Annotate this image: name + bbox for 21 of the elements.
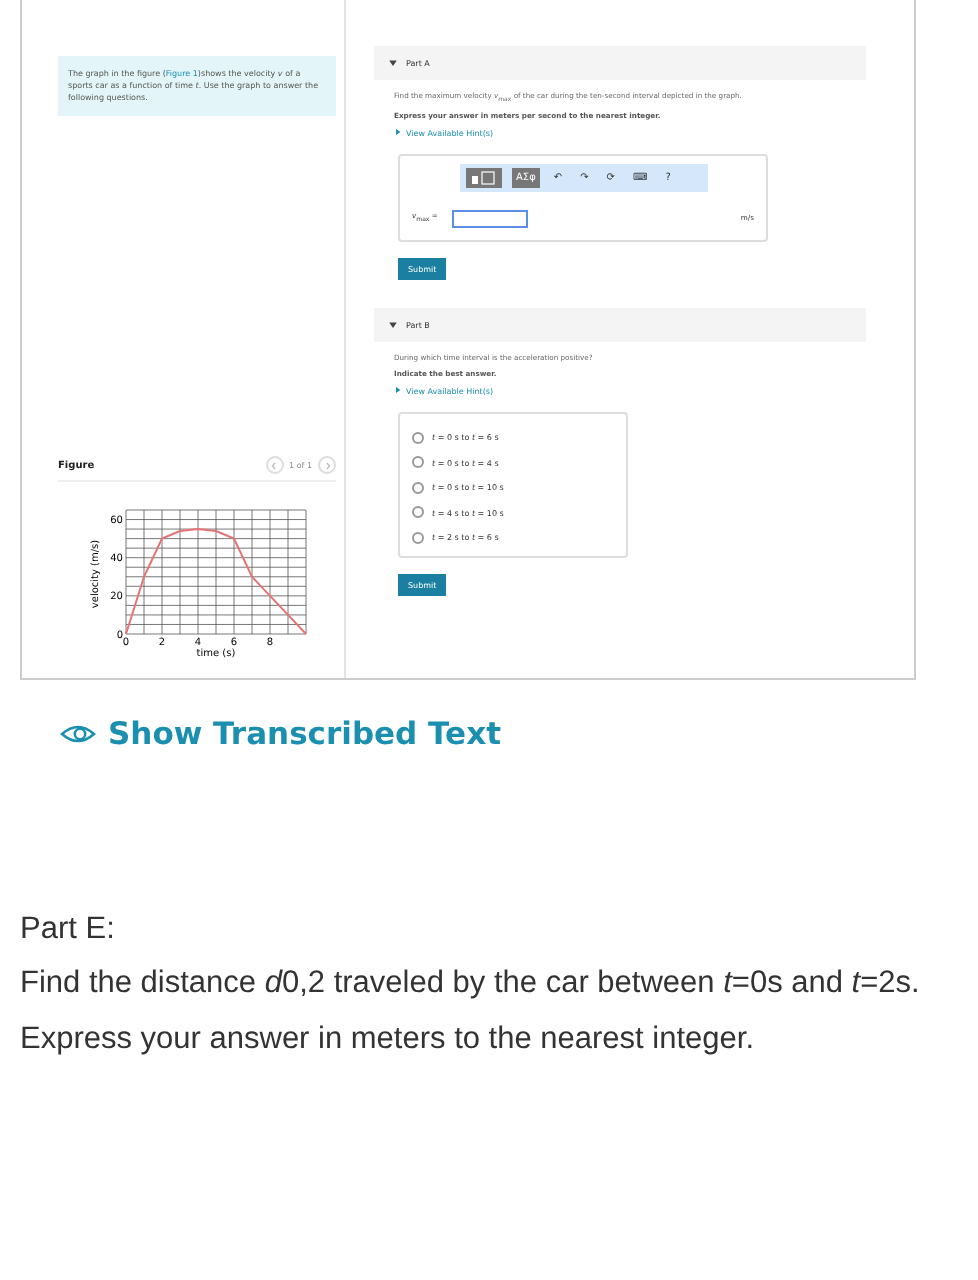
radio-button[interactable] (412, 481, 424, 494)
radio-button[interactable] (412, 531, 424, 544)
caret-icon (394, 386, 402, 395)
question-text: Find the distance d0,2 traveled by the car between t=0s and t=2s. (20, 964, 920, 1004)
caret-icon[interactable] (388, 58, 398, 68)
chevron-left-icon (270, 461, 278, 469)
radio-button[interactable] (412, 506, 424, 519)
answer-field[interactable] (452, 209, 528, 228)
chevron-right-icon (323, 461, 331, 469)
eye-icon (60, 722, 96, 746)
radio-button[interactable] (412, 456, 424, 469)
template-icon (470, 169, 498, 186)
previous-button[interactable] (265, 456, 283, 474)
instruction-text: Express your answer in meters to the nearest integer. (20, 1020, 757, 1060)
show-transcribed-link[interactable]: Show Transcribed Text (60, 716, 501, 752)
caret-icon (394, 128, 402, 137)
template-button[interactable] (466, 167, 502, 188)
next-button[interactable] (318, 456, 336, 474)
caret-icon[interactable] (388, 319, 398, 330)
part-title: Part E: (20, 912, 117, 948)
radio-button[interactable] (412, 431, 424, 444)
